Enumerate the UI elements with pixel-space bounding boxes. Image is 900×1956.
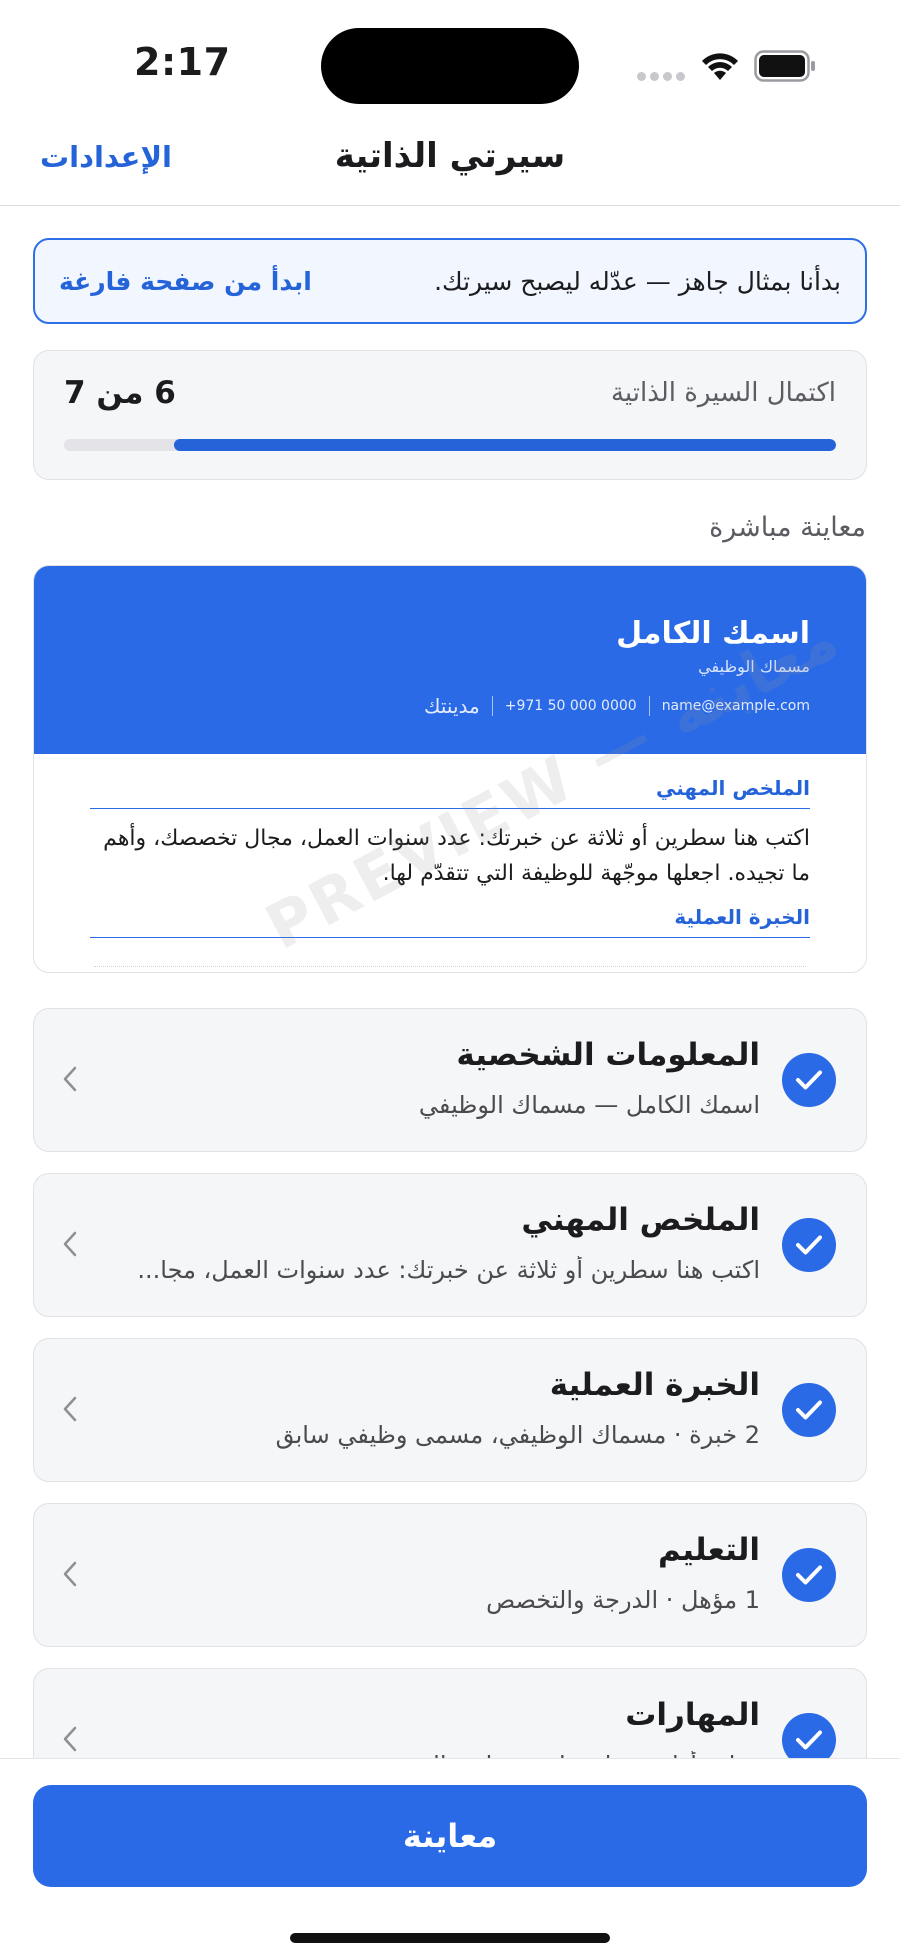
section-card-education[interactable]: التعليم 1 مؤهل · الدرجة والتخصص [33, 1503, 867, 1647]
section-title: المهارات [625, 1697, 760, 1733]
chevron-left-icon [63, 1561, 77, 1587]
checkmark-icon [782, 1383, 836, 1437]
section-subtitle: اسمك الكامل — مسماك الوظيفي [418, 1091, 760, 1119]
section-title: التعليم [657, 1532, 760, 1568]
section-title: الملخص المهني [521, 1202, 760, 1238]
battery-icon [754, 50, 815, 82]
preview-button[interactable]: معاينة [33, 1785, 867, 1887]
section-title: الخبرة العملية [549, 1367, 760, 1403]
preview-experience-heading: الخبرة العملية [90, 905, 810, 938]
resume-preview[interactable]: اسمك الكامل مسماك الوظيفي name@example.c… [33, 565, 867, 973]
preview-city: مدينتك [424, 694, 480, 718]
divider [491, 696, 493, 716]
cellular-signal-icon [637, 72, 685, 82]
section-card-personal-info[interactable]: المعلومات الشخصية اسمك الكامل — مسماك ال… [33, 1008, 867, 1152]
preview-name: اسمك الكامل [616, 616, 810, 651]
chevron-left-icon [63, 1396, 77, 1422]
wifi-icon [702, 53, 738, 80]
start-blank-link[interactable]: ابدأ من صفحة فارغة [59, 267, 312, 296]
status-time: 2:17 [134, 40, 231, 84]
checkmark-icon [782, 1053, 836, 1107]
bottom-action-bar: معاينة [0, 1758, 900, 1956]
home-indicator [290, 1933, 610, 1943]
chevron-left-icon [63, 1231, 77, 1257]
section-subtitle: اكتب هنا سطرين أو ثلاثة عن خبرتك: عدد سن… [137, 1256, 760, 1284]
section-title: المعلومات الشخصية [456, 1037, 760, 1073]
sample-banner: بدأنا بمثال جاهز — عدّله ليصبح سيرتك. اب… [33, 238, 867, 324]
section-subtitle: 2 خبرة · مسماك الوظيفي، مسمى وظيفي سابق [275, 1421, 760, 1449]
preview-cut-line [94, 966, 806, 970]
checkmark-icon [782, 1218, 836, 1272]
chevron-left-icon [63, 1066, 77, 1092]
dynamic-island [321, 28, 579, 104]
section-card-summary[interactable]: الملخص المهني اكتب هنا سطرين أو ثلاثة عن… [33, 1173, 867, 1317]
navigation-bar: الإعدادات سيرتي الذاتية [0, 120, 900, 206]
chevron-left-icon [63, 1726, 77, 1752]
checkmark-icon [782, 1548, 836, 1602]
section-subtitle: 1 مؤهل · الدرجة والتخصص [486, 1586, 760, 1614]
live-preview-label: معاينة مباشرة [709, 512, 866, 543]
completion-label: اكتمال السيرة الذاتية [610, 378, 836, 408]
status-bar: 2:17 [0, 0, 900, 120]
completion-progress-fill [174, 439, 836, 451]
completion-count: 6 من 7 [64, 375, 176, 411]
banner-text: بدأنا بمثال جاهز — عدّله ليصبح سيرتك. [434, 266, 841, 296]
completion-progress-bar [64, 439, 836, 451]
section-card-experience[interactable]: الخبرة العملية 2 خبرة · مسماك الوظيفي، م… [33, 1338, 867, 1482]
page-title: سيرتي الذاتية [334, 136, 566, 176]
completion-card: اكتمال السيرة الذاتية 6 من 7 [33, 350, 867, 480]
